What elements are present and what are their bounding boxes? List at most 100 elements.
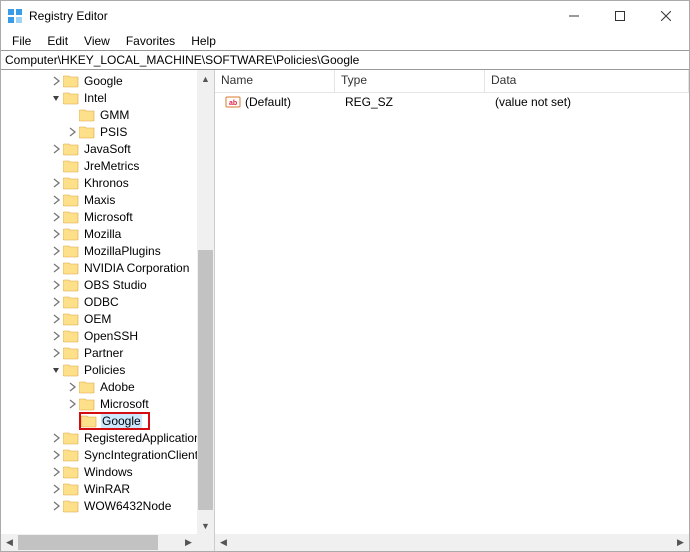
menu-favorites[interactable]: Favorites (119, 33, 182, 49)
scroll-left-arrow-icon[interactable]: ◀ (215, 534, 232, 551)
folder-icon (63, 312, 79, 326)
tree-item-label: Windows (83, 465, 134, 479)
tree-item[interactable]: Mozilla (1, 225, 214, 242)
scroll-down-arrow-icon[interactable]: ▼ (197, 517, 214, 534)
tree-item-label: GMM (99, 108, 130, 122)
close-button[interactable] (643, 1, 689, 31)
scroll-right-arrow-icon[interactable]: ▶ (672, 534, 689, 551)
chevron-right-icon[interactable] (49, 193, 63, 207)
tree-item-label: Microsoft (99, 397, 150, 411)
tree-item-label: Partner (83, 346, 124, 360)
tree-item[interactable]: RegisteredApplications (1, 429, 214, 446)
tree-item[interactable]: WOW6432Node (1, 497, 214, 514)
tree-item[interactable]: ODBC (1, 293, 214, 310)
scroll-left-arrow-icon[interactable]: ◀ (1, 534, 18, 551)
tree-item[interactable]: Google (1, 412, 214, 429)
chevron-right-icon[interactable] (49, 312, 63, 326)
menu-edit[interactable]: Edit (40, 33, 75, 49)
value-row[interactable]: ab (Default) REG_SZ (value not set) (215, 93, 689, 111)
maximize-button[interactable] (597, 1, 643, 31)
tree-item[interactable]: OEM (1, 310, 214, 327)
chevron-down-icon[interactable] (49, 363, 63, 377)
values-panel: Name Type Data ab (Default) REG_SZ (valu… (215, 70, 689, 551)
chevron-right-icon[interactable] (49, 261, 63, 275)
tree-item-label: ODBC (83, 295, 120, 309)
chevron-right-icon[interactable] (49, 329, 63, 343)
tree-horizontal-thumb[interactable] (18, 535, 158, 550)
tree-vertical-scrollbar[interactable]: ▲ ▼ (197, 70, 214, 534)
chevron-right-icon[interactable] (49, 499, 63, 513)
tree-item[interactable]: Policies (1, 361, 214, 378)
tree-item[interactable]: Partner (1, 344, 214, 361)
chevron-right-icon[interactable] (49, 74, 63, 88)
chevron-right-icon[interactable] (65, 125, 79, 139)
tree-panel: GoogleIntel GMMPSISJavaSoft JreMetricsKh… (1, 70, 215, 551)
chevron-right-icon[interactable] (49, 482, 63, 496)
chevron-right-icon[interactable] (49, 142, 63, 156)
tree-vertical-thumb[interactable] (198, 250, 213, 510)
tree-item-label: JavaSoft (83, 142, 132, 156)
tree-item[interactable]: OBS Studio (1, 276, 214, 293)
tree-item-label: Adobe (99, 380, 136, 394)
column-type[interactable]: Type (335, 70, 485, 92)
main-panel: GoogleIntel GMMPSISJavaSoft JreMetricsKh… (1, 70, 689, 551)
chevron-right-icon[interactable] (65, 380, 79, 394)
tree-item[interactable]: MozillaPlugins (1, 242, 214, 259)
tree-item[interactable]: Intel (1, 89, 214, 106)
folder-icon (63, 431, 79, 445)
column-data[interactable]: Data (485, 70, 689, 92)
chevron-right-icon[interactable] (49, 244, 63, 258)
column-name[interactable]: Name (215, 70, 335, 92)
chevron-right-icon[interactable] (49, 295, 63, 309)
tree-item-label: Maxis (83, 193, 116, 207)
chevron-right-icon[interactable] (49, 210, 63, 224)
chevron-down-icon[interactable] (49, 91, 63, 105)
menu-view[interactable]: View (77, 33, 117, 49)
chevron-right-icon[interactable] (65, 397, 79, 411)
tree-item-label: Mozilla (83, 227, 122, 241)
minimize-button[interactable] (551, 1, 597, 31)
tree-item[interactable]: JavaSoft (1, 140, 214, 157)
tree-item[interactable]: Maxis (1, 191, 214, 208)
tree-item[interactable]: SyncIntegrationClients (1, 446, 214, 463)
tree-item[interactable]: WinRAR (1, 480, 214, 497)
folder-icon (63, 74, 79, 88)
tree-item[interactable]: Windows (1, 463, 214, 480)
value-type: REG_SZ (345, 95, 393, 109)
value-data: (value not set) (495, 95, 571, 109)
folder-icon (63, 448, 79, 462)
tree-item[interactable]: Microsoft (1, 208, 214, 225)
tree-item[interactable]: PSIS (1, 123, 214, 140)
folder-icon (63, 329, 79, 343)
tree-item-label: OBS Studio (83, 278, 148, 292)
tree-item-label: WOW6432Node (83, 499, 172, 513)
chevron-right-icon[interactable] (49, 176, 63, 190)
tree-item[interactable]: OpenSSH (1, 327, 214, 344)
tree-horizontal-scrollbar[interactable]: ◀ ▶ (1, 534, 214, 551)
scroll-right-arrow-icon[interactable]: ▶ (180, 534, 197, 551)
tree-item[interactable]: GMM (1, 106, 214, 123)
values-list[interactable]: ab (Default) REG_SZ (value not set) (215, 93, 689, 534)
tree-item[interactable]: JreMetrics (1, 157, 214, 174)
chevron-right-icon[interactable] (49, 465, 63, 479)
tree-item[interactable]: Khronos (1, 174, 214, 191)
folder-icon (63, 278, 79, 292)
chevron-right-icon[interactable] (49, 227, 63, 241)
folder-icon (63, 210, 79, 224)
folder-icon (63, 465, 79, 479)
tree-item[interactable]: Microsoft (1, 395, 214, 412)
tree-item[interactable]: Google (1, 72, 214, 89)
registry-tree[interactable]: GoogleIntel GMMPSISJavaSoft JreMetricsKh… (1, 70, 214, 534)
scroll-up-arrow-icon[interactable]: ▲ (197, 70, 214, 87)
chevron-right-icon[interactable] (49, 448, 63, 462)
tree-item[interactable]: NVIDIA Corporation (1, 259, 214, 276)
tree-item-label: NVIDIA Corporation (83, 261, 190, 275)
menu-file[interactable]: File (5, 33, 38, 49)
chevron-right-icon[interactable] (49, 278, 63, 292)
values-horizontal-scrollbar[interactable]: ◀ ▶ (215, 534, 689, 551)
chevron-right-icon[interactable] (49, 431, 63, 445)
menu-help[interactable]: Help (184, 33, 223, 49)
chevron-right-icon[interactable] (49, 346, 63, 360)
address-bar[interactable]: Computer\HKEY_LOCAL_MACHINE\SOFTWARE\Pol… (1, 50, 689, 70)
tree-item[interactable]: Adobe (1, 378, 214, 395)
